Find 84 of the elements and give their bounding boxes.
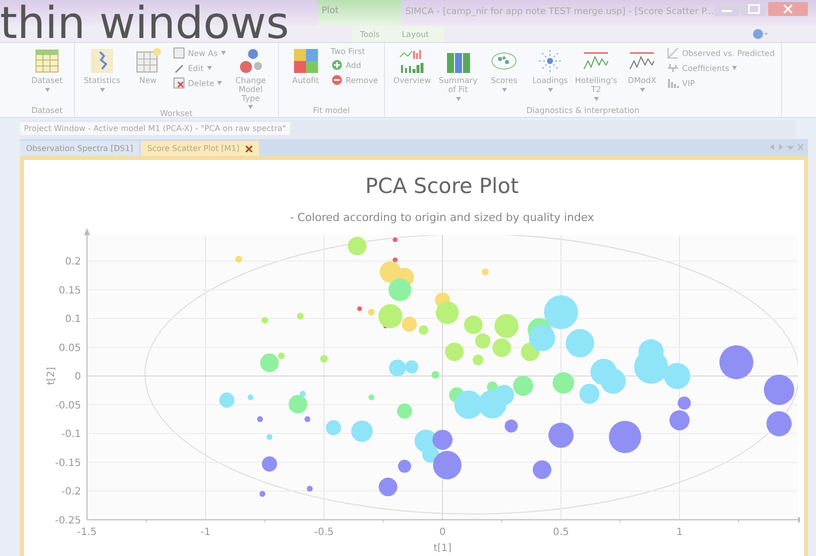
overlay-caption: thin windows <box>0 2 290 46</box>
ribbon-button[interactable]: New <box>127 47 169 110</box>
ribbon-button[interactable]: Observed vs. Predicted <box>667 47 775 59</box>
ribbon-button[interactable]: Hotelling's T2 <box>575 47 618 106</box>
pencil-icon <box>173 62 185 74</box>
scroll-right-icon[interactable] <box>778 143 784 151</box>
y-tick-label: -0.2 <box>61 486 81 498</box>
y-tick-label: 0.05 <box>58 342 81 354</box>
x-tick-label: -1 <box>200 526 210 538</box>
ribbon-button[interactable]: Autofit <box>284 47 327 106</box>
y-tick-label: -0.15 <box>55 458 81 469</box>
group-label: Fit model <box>312 106 351 117</box>
document-icon <box>173 47 185 59</box>
ribbon-tab[interactable]: Layout <box>402 30 429 38</box>
ribbon-button[interactable]: Edit <box>173 62 226 74</box>
ribbon-button[interactable]: Add <box>330 59 378 71</box>
remove-icon <box>330 74 343 86</box>
ribbon-button[interactable]: Dataset <box>26 47 68 106</box>
document-tab[interactable]: Observation Spectra [DS1] <box>20 141 140 156</box>
help-icon[interactable] <box>752 28 768 40</box>
y-tick-label: 0.2 <box>65 256 81 268</box>
ribbon-button[interactable]: Delete <box>173 77 226 89</box>
x-tick-label: 0 <box>439 526 446 538</box>
ribbon-button[interactable]: Overview <box>391 47 434 106</box>
ribbon-button[interactable]: Two First <box>330 47 378 56</box>
close-icon[interactable] <box>768 2 808 16</box>
project-window-title: Project Window - Active model M1 (PCA-X) - "PCA on raw spectra" <box>20 122 290 136</box>
ribbon-button[interactable]: Change Model Type <box>230 47 272 110</box>
close-icon[interactable] <box>245 144 254 152</box>
table-icon <box>33 47 61 75</box>
caret-icon <box>100 88 104 92</box>
caret-icon <box>220 51 226 55</box>
dropdown-icon[interactable] <box>787 143 794 151</box>
caret-icon <box>502 88 507 92</box>
caret-icon <box>548 88 553 92</box>
caret-icon <box>456 96 461 101</box>
ribbon-tab[interactable]: Tools <box>360 30 380 38</box>
caret-icon <box>640 88 645 92</box>
y-tick-label: -0.25 <box>55 515 81 526</box>
group-label: Workset <box>159 109 194 120</box>
y-tick-label: 0.1 <box>65 314 81 325</box>
statistics-icon <box>88 47 116 75</box>
ribbon-button[interactable]: Summary of Fit <box>437 47 480 106</box>
scroll-left-icon[interactable] <box>769 143 775 151</box>
window-title: SIMCA - [camp_nir for app note TEST merge.usp] - [Score Scatter P... <box>404 6 714 17</box>
add-icon <box>330 59 343 71</box>
group-label: Diagnostics & Interpretation <box>525 106 640 117</box>
caret-icon <box>217 81 222 85</box>
ribbon-button[interactable]: Remove <box>330 74 378 86</box>
x-tick-label: -0.5 <box>314 526 334 538</box>
document-tab[interactable]: Score Scatter Plot [M1] <box>141 141 260 156</box>
ribbon-button[interactable]: Loadings <box>529 47 572 106</box>
ribbon-button[interactable]: Coefficients <box>667 62 775 74</box>
new-table-icon <box>134 47 162 75</box>
caret-icon <box>594 96 599 101</box>
ribbon-button[interactable]: VIP <box>667 77 775 89</box>
x-axis-label: t[1] <box>433 542 452 552</box>
group-label: Dataset <box>30 106 64 117</box>
caret-icon <box>732 66 738 70</box>
descending-bars-icon <box>667 77 680 89</box>
ribbon-button[interactable]: Scores <box>483 47 526 106</box>
coefficients-icon <box>667 62 680 74</box>
y-tick-label: -0.05 <box>55 400 81 412</box>
ribbon-button[interactable]: New As <box>173 47 226 59</box>
x-tick-label: 0.5 <box>553 526 569 538</box>
mini-charts-icon <box>398 47 426 75</box>
ribbon-button[interactable]: Statistics <box>81 47 123 110</box>
ribbon-button[interactable]: DModX <box>621 47 664 106</box>
caret-icon <box>248 105 254 110</box>
diagonal-line-icon <box>667 47 680 59</box>
contextual-tab-header: Plot <box>318 0 402 26</box>
delete-icon <box>173 77 185 89</box>
y-tick-label: -0.1 <box>61 429 81 440</box>
chart-title: PCA Score Plot <box>365 174 519 198</box>
caret-icon <box>44 88 50 92</box>
y-tick-label: 0.15 <box>58 285 81 296</box>
x-tick-label: -1.5 <box>77 526 97 538</box>
caret-icon <box>206 66 212 70</box>
chart-subtitle: - Colored according to origin and sized by quality index <box>290 211 594 224</box>
maximize-icon[interactable] <box>741 2 767 16</box>
puzzle-icon <box>292 47 320 75</box>
y-tick-label: 0 <box>74 372 81 382</box>
y-axis-label: t[2] <box>46 366 57 386</box>
x-tick-label: 1 <box>676 526 683 538</box>
